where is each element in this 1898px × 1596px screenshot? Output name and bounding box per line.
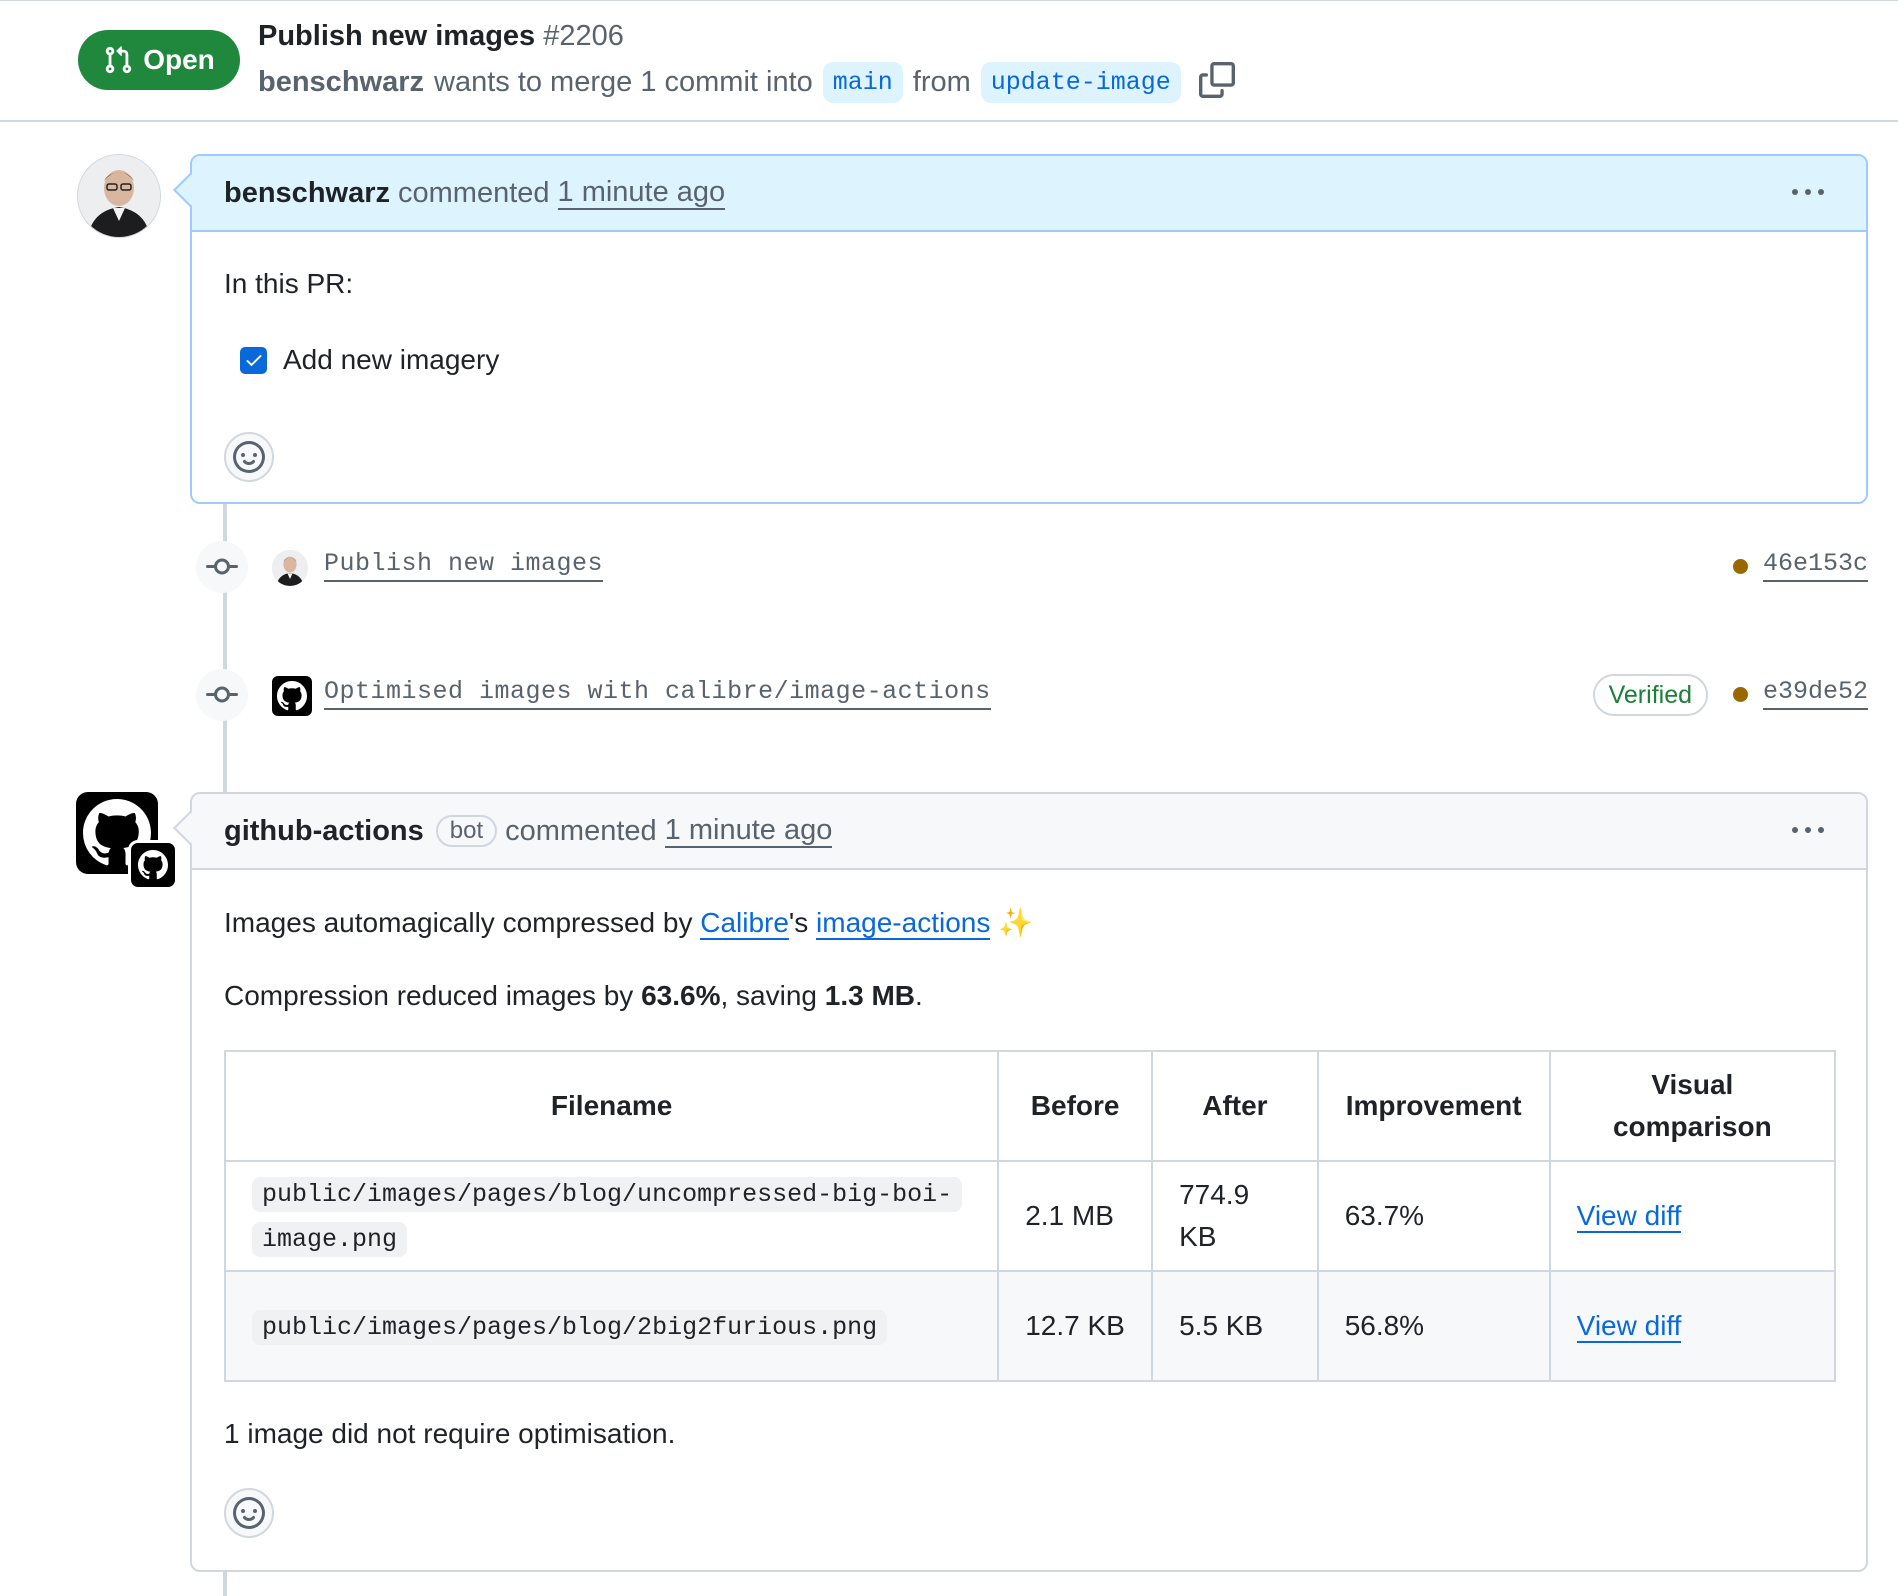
- commit-icon: [196, 541, 248, 593]
- avatar[interactable]: [77, 154, 161, 238]
- github-mark-icon: [138, 850, 168, 880]
- view-diff-link[interactable]: View diff: [1576, 1200, 1682, 1233]
- kebab-icon[interactable]: [1792, 818, 1828, 842]
- task-label: Add new imagery: [283, 344, 500, 375]
- commit-row: Publish new images 46e153c: [190, 536, 1868, 596]
- pull-request-icon: [106, 46, 132, 74]
- comment-card: benschwarz commented 1 minute ago In thi…: [173, 154, 1868, 504]
- comment-timestamp[interactable]: 1 minute ago: [664, 814, 833, 848]
- table-row: public/images/pages/blog/uncompressed-bi…: [223, 1160, 1837, 1272]
- pr-title-text: Publish new images: [258, 20, 536, 52]
- column-header: Visual comparison: [1548, 1050, 1837, 1162]
- table-header-row: Filename Before After Improvement Visual…: [223, 1050, 1837, 1162]
- summary-line: Images automagically compressed by Calib…: [224, 906, 1034, 940]
- comment-action: commented: [398, 176, 550, 209]
- summary-text: 's: [788, 907, 817, 938]
- after-cell: 774.9 KB: [1151, 1160, 1319, 1272]
- task-item: Add new imagery: [240, 344, 499, 376]
- results-table: Filename Before After Improvement Visual…: [223, 1050, 1837, 1382]
- filename-cell: public/images/pages/blog/2big2furious.pn…: [223, 1270, 1000, 1382]
- image-actions-link[interactable]: image-actions: [816, 907, 991, 940]
- compression-text: , saving: [720, 980, 825, 1011]
- column-header: After: [1151, 1050, 1319, 1162]
- status-label: Open: [143, 44, 215, 75]
- table-row: public/images/pages/blog/2big2furious.pn…: [223, 1270, 1837, 1382]
- add-reaction-button[interactable]: [224, 432, 274, 482]
- pr-author[interactable]: benschwarz: [258, 66, 424, 99]
- bot-label: bot: [435, 815, 498, 847]
- comment-intro: In this PR:: [224, 268, 354, 299]
- comment-author[interactable]: github-actions: [224, 815, 424, 848]
- improvement-cell: 56.8%: [1316, 1270, 1551, 1382]
- before-cell: 12.7 KB: [997, 1270, 1154, 1382]
- status-badge: Open: [78, 30, 240, 90]
- commit-sha[interactable]: e39de52: [1762, 676, 1868, 710]
- view-diff-link[interactable]: View diff: [1576, 1310, 1682, 1343]
- sparkles-icon: ✨: [998, 907, 1034, 938]
- add-reaction-button[interactable]: [224, 1488, 274, 1538]
- compression-percent: 63.6%: [641, 980, 721, 1011]
- column-header: Before: [997, 1050, 1154, 1162]
- filename-cell: public/images/pages/blog/uncompressed-bi…: [223, 1160, 1000, 1272]
- filename-code: public/images/pages/blog/uncompressed-bi…: [252, 1177, 963, 1257]
- from-text: from: [912, 65, 971, 98]
- comment-author[interactable]: benschwarz: [224, 177, 390, 210]
- commit-icon: [196, 669, 248, 721]
- pr-subtitle: benschwarz wants to merge 1 commit into …: [258, 60, 1235, 104]
- header-divider: [0, 120, 1898, 122]
- commit-author-avatar[interactable]: [272, 550, 308, 586]
- column-header: Improvement: [1316, 1050, 1551, 1162]
- comment-timestamp[interactable]: 1 minute ago: [557, 176, 726, 210]
- compression-text: Compression reduced images by: [224, 980, 642, 1011]
- filename-code: public/images/pages/blog/2big2furious.pn…: [252, 1309, 888, 1345]
- improvement-cell: 63.7%: [1316, 1160, 1551, 1272]
- app-badge: [128, 840, 178, 890]
- head-branch[interactable]: update-image: [980, 61, 1181, 103]
- after-cell: 5.5 KB: [1151, 1270, 1319, 1382]
- checkbox-icon[interactable]: [240, 346, 267, 374]
- verified-badge[interactable]: Verified: [1592, 674, 1708, 716]
- compression-size: 1.3 MB: [824, 980, 916, 1011]
- smiley-icon: [233, 441, 265, 473]
- comparison-cell: View diff: [1548, 1160, 1837, 1272]
- commit-status-dot[interactable]: [1733, 559, 1748, 574]
- copy-icon: [1198, 62, 1235, 98]
- comparison-cell: View diff: [1548, 1270, 1837, 1382]
- summary-text: Images automagically compressed by: [224, 907, 701, 938]
- compression-line: Compression reduced images by 63.6%, sav…: [224, 980, 923, 1012]
- comment-header: benschwarz commented 1 minute ago: [192, 156, 1866, 232]
- kebab-icon[interactable]: [1792, 180, 1828, 204]
- calibre-link[interactable]: Calibre: [700, 907, 789, 940]
- commit-status-dot[interactable]: [1733, 687, 1748, 702]
- before-cell: 2.1 MB: [997, 1160, 1154, 1272]
- github-mark-icon[interactable]: [272, 676, 312, 716]
- smiley-icon: [233, 1497, 265, 1529]
- commit-row: Optimised images with calibre/image-acti…: [190, 664, 1868, 724]
- copy-branch-button[interactable]: [1198, 62, 1235, 102]
- user-avatar-image: [78, 155, 160, 237]
- pr-number: #2206: [543, 20, 624, 52]
- column-header: Filename: [223, 1050, 1000, 1162]
- commit-message[interactable]: Publish new images: [324, 548, 604, 582]
- commit-message[interactable]: Optimised images with calibre/image-acti…: [324, 676, 991, 710]
- compression-text: .: [915, 980, 923, 1011]
- commit-sha[interactable]: 46e153c: [1762, 548, 1868, 582]
- footer-note: 1 image did not require optimisation.: [224, 1418, 676, 1449]
- pr-header: Open Publish new images #2206 benschwarz …: [0, 0, 1898, 122]
- comment-header: github-actions bot commented 1 minute ag…: [192, 794, 1866, 870]
- pr-title: Publish new images #2206: [258, 20, 624, 53]
- timeline-line: [223, 1570, 227, 1596]
- comment-action: commented: [505, 814, 657, 847]
- merge-text: wants to merge 1 commit into: [434, 65, 813, 98]
- base-branch[interactable]: main: [822, 61, 903, 103]
